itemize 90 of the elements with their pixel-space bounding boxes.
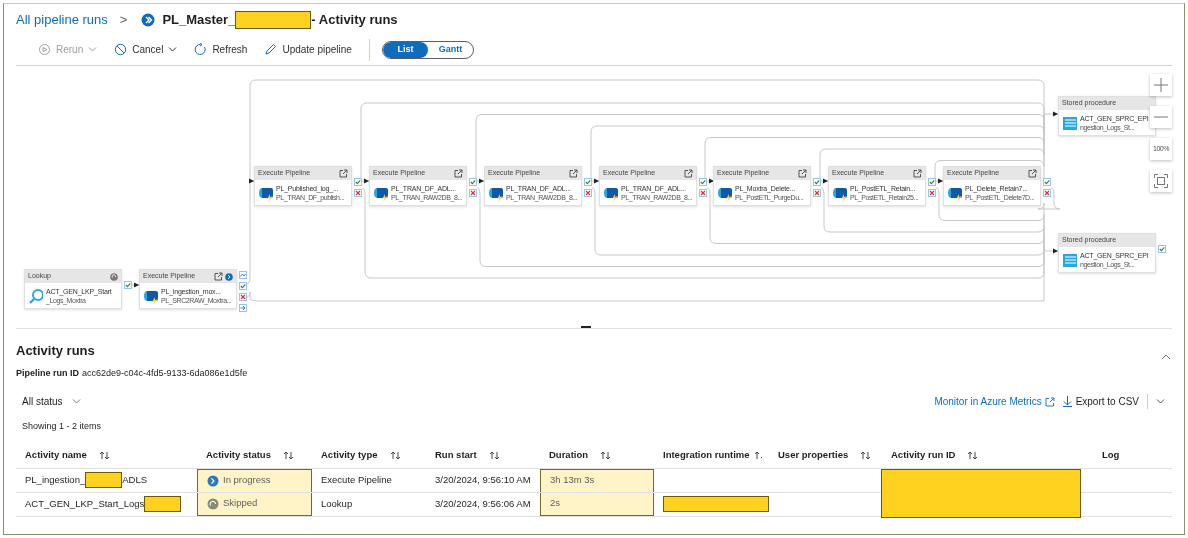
table-cell: 3h 13m 3s	[550, 473, 595, 488]
export-button[interactable]: Export to CSV	[1062, 394, 1148, 409]
success-port-icon	[469, 178, 477, 186]
column-header[interactable]: User properties	[778, 447, 849, 463]
failure-port-icon	[469, 189, 477, 197]
table-cell-text: 3/20/2024, 9:56:06 AM	[435, 496, 531, 511]
more-caret-icon	[1156, 398, 1166, 405]
failure-port-icon	[354, 189, 362, 197]
play-circle-icon	[38, 43, 51, 56]
magnifier-icon	[28, 287, 43, 305]
external-link-icon	[798, 169, 807, 178]
status-filter-dropdown[interactable]: All status	[22, 394, 81, 409]
success-port-icon	[354, 178, 362, 186]
activity-name[interactable]: ADLS	[122, 472, 148, 488]
refresh-icon	[194, 43, 208, 56]
activity-name[interactable]: ACT_GEN_LKP_Start_Logs	[25, 496, 145, 512]
failure-port-icon	[1043, 189, 1051, 197]
table-cell: 2s	[550, 496, 561, 511]
table-list-icon	[1062, 251, 1077, 269]
refresh-button[interactable]: Refresh	[194, 42, 248, 57]
success-port-icon	[813, 178, 821, 186]
skipped-icon	[207, 497, 219, 510]
redaction-box	[144, 496, 182, 512]
breadcrumb-separator: >	[119, 11, 128, 30]
external-link-icon	[1028, 169, 1037, 178]
breadcrumb-link[interactable]: All pipeline runs	[16, 10, 108, 30]
failure-port-icon	[239, 293, 247, 301]
external-link-icon	[339, 169, 348, 178]
column-header[interactable]: Activity type	[321, 447, 378, 463]
fit-button[interactable]	[1150, 170, 1172, 192]
success-port-icon	[1043, 178, 1051, 186]
failure-port-icon	[928, 189, 936, 197]
table-cell-text: 3/20/2024, 9:56:10 AM	[435, 472, 531, 487]
column-header[interactable]: Activity name	[25, 447, 87, 463]
download-icon	[1062, 396, 1072, 407]
failure-port-icon	[584, 189, 592, 197]
column-header[interactable]: Activity run ID	[891, 447, 956, 463]
column-header[interactable]: Integration runtime	[663, 447, 750, 463]
view-tab[interactable]: Gantt	[427, 41, 473, 58]
monitor-link[interactable]: Monitor in Azure Metrics	[934, 394, 1055, 409]
external-link-icon	[1044, 396, 1055, 407]
cancel-button[interactable]: Cancel	[114, 42, 178, 57]
success-port-icon	[699, 178, 707, 186]
success-port-icon	[239, 282, 247, 290]
caret-icon	[168, 46, 178, 53]
skip-port-icon	[239, 271, 247, 279]
status-text: In progress	[223, 473, 271, 488]
success-port-icon	[124, 281, 132, 289]
circle-arrow-icon	[110, 272, 118, 281]
cancel-icon	[114, 43, 128, 56]
pipeline-icon	[141, 13, 156, 27]
in-progress-icon	[207, 474, 219, 487]
resize-handle[interactable]	[581, 326, 591, 328]
completion-port-icon	[239, 304, 247, 312]
table-cell-text: Execute Pipeline	[321, 472, 392, 487]
item-count: Showing 1 - 2 items	[21, 420, 103, 433]
redaction-box	[85, 472, 123, 488]
caret-icon	[88, 46, 98, 53]
page-title: PL_Master_	[162, 11, 236, 30]
activity-name[interactable]: PL_ingestion_	[25, 472, 86, 488]
column-header[interactable]: Activity status	[206, 447, 271, 463]
section-title: Activity runs	[16, 342, 95, 360]
view-tab[interactable]: List	[382, 41, 428, 58]
zoom-in-icon	[1154, 78, 1168, 92]
zoom-out-button[interactable]	[1150, 106, 1172, 128]
external-link-icon	[569, 169, 578, 178]
field-label: Pipeline run ID	[16, 366, 79, 380]
external-link-icon	[454, 169, 463, 178]
failure-port-icon	[813, 189, 821, 197]
table-list-icon	[1062, 114, 1077, 132]
status-text: Skipped	[223, 496, 258, 511]
caret-icon	[71, 398, 81, 405]
external-link-icon	[913, 169, 922, 178]
field-value: acc62de9-c04c-4fd5-9133-6da086e1d5fe	[82, 366, 248, 380]
zoom-in-button[interactable]	[1150, 74, 1172, 96]
failure-port-icon	[699, 189, 707, 197]
column-header[interactable]: Duration	[549, 447, 589, 463]
column-header[interactable]: Log	[1102, 447, 1120, 463]
pencil-icon	[264, 43, 278, 56]
success-port-icon	[584, 178, 592, 186]
external-link-icon	[684, 169, 693, 178]
fit-screen-icon	[1154, 174, 1168, 188]
external-link-icon	[214, 272, 223, 281]
collapse-icon	[1161, 354, 1171, 360]
page-title: - Activity runs	[311, 11, 398, 30]
success-port-icon	[928, 178, 936, 186]
column-header[interactable]: Run start	[435, 447, 477, 463]
table-cell-text: Lookup	[321, 496, 353, 511]
update-pipeline-button[interactable]: Update pipeline	[264, 42, 352, 57]
success-port-icon	[1158, 245, 1166, 253]
